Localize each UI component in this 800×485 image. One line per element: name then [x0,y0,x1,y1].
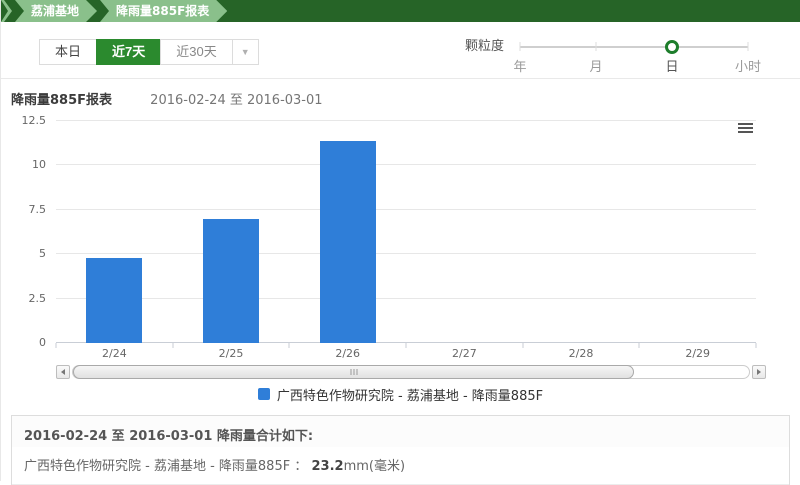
scrollbar-thumb[interactable] [73,365,634,379]
y-axis-tick-label: 12.5 [22,114,47,127]
y-axis-tick-label: 10 [32,158,46,171]
slider-option-4[interactable]: 小时 [735,56,761,75]
x-axis-label: 2/27 [406,347,523,361]
bar-column [173,121,290,343]
x-axis-tick [522,343,523,348]
breadcrumb-chevron-icon [1,0,12,22]
bar-column [289,121,406,343]
chart-title-row: 降雨量885F报表 2016-02-24 至 2016-03-01 [1,89,800,109]
breadcrumb-item-report[interactable]: 降雨量885F报表 [100,0,227,22]
y-axis-tick-label: 7.5 [29,203,47,216]
chart-date-range: 2016-02-24 至 2016-03-01 [150,93,322,108]
summary-heading: 2016-02-24 至 2016-03-01 降雨量合计如下: [12,416,789,447]
chart-title: 降雨量885F报表 [11,93,112,108]
range-today-button[interactable]: 本日 [39,39,97,65]
scrollbar-grip-icon [350,369,357,375]
breadcrumb-item-base[interactable]: 荔浦基地 [15,0,97,22]
bar-series [56,121,756,343]
summary-separator: ： [294,459,311,474]
legend-swatch [258,388,270,400]
x-axis-label: 2/25 [173,347,290,361]
range-30days-button[interactable]: 近30天 [160,39,232,65]
legend-label: 广西特色作物研究院 - 荔浦基地 - 降雨量885F [277,385,543,404]
chart-plot-area: 02.557.51012.5 [56,121,756,343]
y-axis: 02.557.51012.5 [1,121,56,343]
x-axis-tick [56,343,57,348]
breadcrumb: 荔浦基地 降雨量885F报表 [1,0,800,22]
slider-option-3[interactable]: 日 [665,56,678,75]
slider-track[interactable] [520,46,748,48]
scrollbar-track[interactable] [72,365,750,379]
bar-2/25[interactable] [203,219,259,343]
y-axis-tick-label: 5 [39,247,46,260]
summary-row-label: 广西特色作物研究院 - 荔浦基地 - 降雨量885F [24,459,290,474]
x-axis-tick [756,343,757,348]
scroll-right-arrow-icon [757,369,761,375]
granularity-slider[interactable]: 年月日小时 [520,36,748,76]
bar-column [639,121,756,343]
toolbar: 本日 近7天 近30天 ▼ 颗粒度 年 月 日 小时 [1,22,800,78]
scroll-left-button[interactable] [56,365,70,379]
range-7days-button[interactable]: 近7天 [96,39,161,65]
bar-2/26[interactable] [320,141,376,343]
x-axis-tick [289,343,290,348]
granularity-control: 颗粒度 年月日小时 [465,36,748,76]
x-axis-label: 2/29 [639,347,756,361]
x-axis-tick [172,343,173,348]
slider-tick [748,42,749,51]
slider-option-2[interactable]: 月 [589,56,602,75]
x-axis-label: 2/28 [523,347,640,361]
bar-column [56,121,173,343]
bar-column [406,121,523,343]
range-button-group: 本日 近7天 近30天 ▼ [39,39,259,65]
slider-tick [520,42,521,51]
dropdown-caret-icon: ▼ [241,47,250,57]
chart-scrollbar[interactable] [56,365,766,379]
x-axis-label: 2/24 [56,347,173,361]
legend-item[interactable]: 广西特色作物研究院 - 荔浦基地 - 降雨量885F [1,386,800,402]
bar-2/24[interactable] [86,258,142,343]
x-axis-label: 2/26 [289,347,406,361]
scroll-left-arrow-icon [61,369,65,375]
chart-export-menu-icon[interactable] [738,123,753,135]
slider-tick [595,42,596,51]
summary-value: 23.2 [312,459,344,474]
summary-row: 广西特色作物研究院 - 荔浦基地 - 降雨量885F ： 23.2mm(毫米) [12,447,789,485]
slider-option-1[interactable]: 年 [513,56,526,75]
bar-column [523,121,640,343]
chart-panel: 降雨量885F报表 2016-02-24 至 2016-03-01 02.557… [1,78,800,402]
y-axis-tick-label: 0 [39,336,46,349]
y-axis-tick-label: 2.5 [29,292,47,305]
x-axis-tick [406,343,407,348]
granularity-label: 颗粒度 [465,36,504,76]
x-axis-labels: 2/242/252/262/272/282/29 [56,347,756,361]
slider-knob[interactable] [665,40,679,54]
scroll-right-button[interactable] [752,365,766,379]
summary-unit: mm(毫米) [344,459,405,474]
summary-box: 2016-02-24 至 2016-03-01 降雨量合计如下: 广西特色作物研… [11,415,790,485]
x-axis-tick [639,343,640,348]
range-dropdown-button[interactable]: ▼ [232,39,259,65]
